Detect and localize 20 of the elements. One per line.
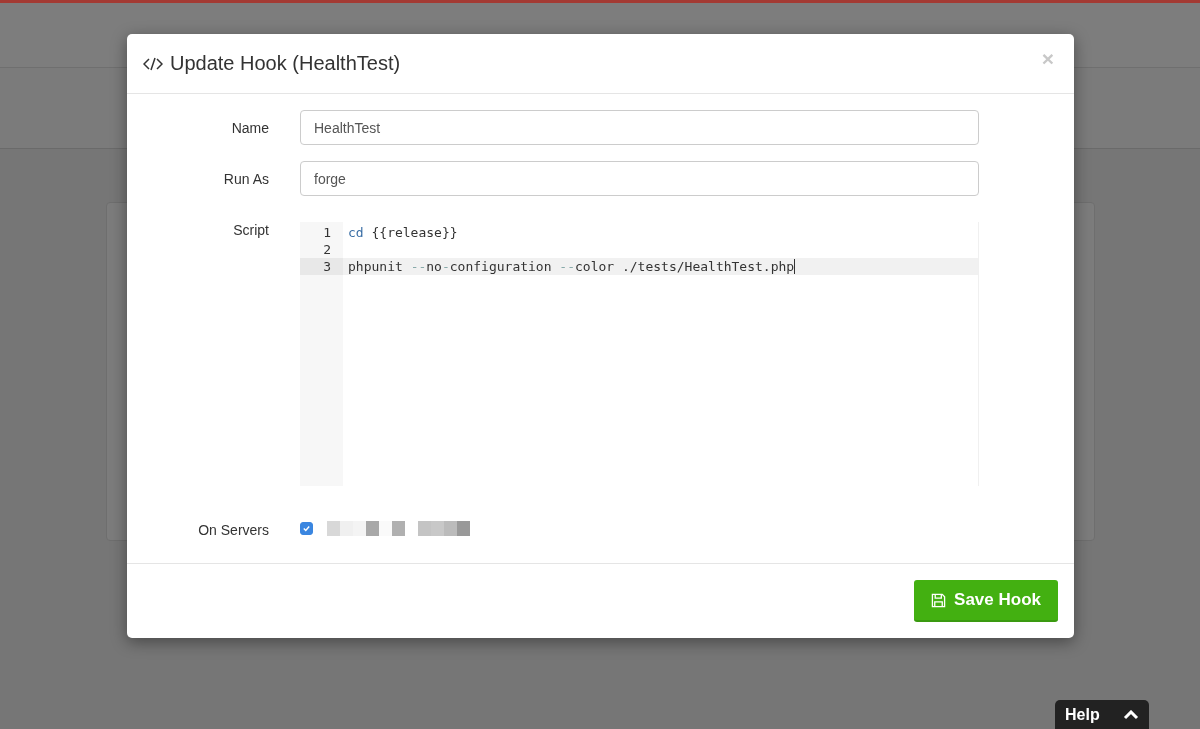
save-icon <box>931 592 947 608</box>
checkbox[interactable] <box>300 521 313 535</box>
text-cursor <box>794 259 796 274</box>
input-field[interactable]: HealthTest <box>300 110 979 145</box>
modal-title: Update Hook (HealthTest) <box>170 52 401 75</box>
chevron-up-icon <box>1123 710 1139 720</box>
code-editor[interactable]: 1 2 3 cd {{release}} phpunit --no-configuration --color ./tests/HealthTest.php <box>300 222 979 486</box>
code-line: cd {{release}} <box>348 225 458 240</box>
code-icon <box>143 55 163 72</box>
field-label: Name <box>230 119 269 138</box>
code-line: phpunit --no-configuration --color ./tests/HealthTest.php <box>348 259 795 274</box>
field-label: On Servers <box>197 521 269 538</box>
field-label: Run As <box>222 170 269 189</box>
checkmark-icon <box>302 523 311 533</box>
input-field[interactable]: forge <box>300 161 979 196</box>
line-number: 3 <box>300 258 343 275</box>
line-number: 2 <box>322 241 332 258</box>
help-tab[interactable]: Help <box>1055 700 1149 729</box>
line-number: 1 <box>322 224 332 241</box>
field-label: Script <box>232 221 269 240</box>
